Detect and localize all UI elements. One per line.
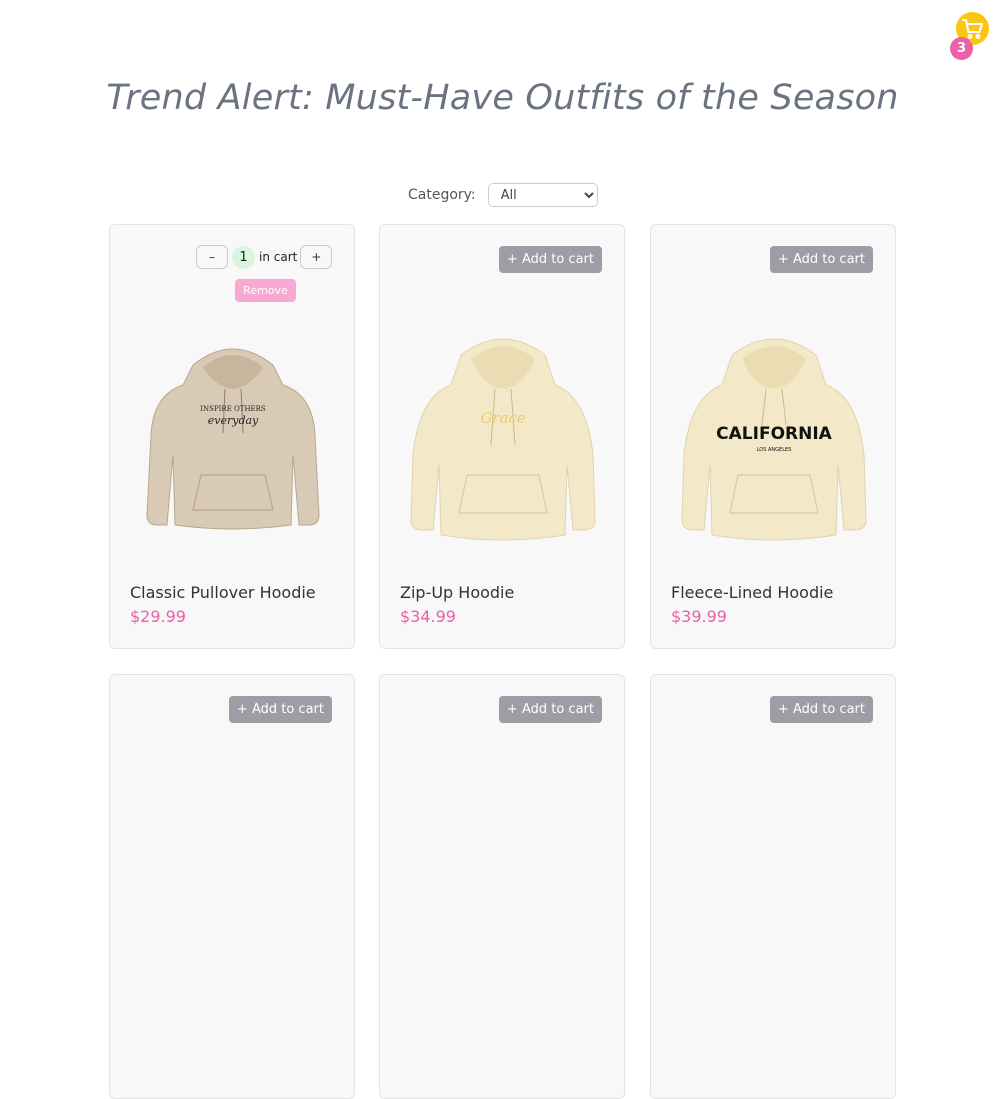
product-card: + Add to cart Grace Zip-Up Hoodie $34.99 — [379, 224, 625, 649]
category-label: Category: — [408, 187, 476, 203]
in-cart-label: in cart — [259, 250, 298, 264]
remove-button[interactable]: Remove — [235, 279, 296, 302]
add-to-cart-button[interactable]: + Add to cart — [498, 246, 602, 273]
category-filter: Category: All — [408, 183, 598, 207]
add-to-cart-button[interactable]: + Add to cart — [228, 696, 332, 723]
decrease-quantity-button[interactable]: – — [196, 245, 228, 269]
product-price: $39.99 — [671, 607, 727, 626]
hoodie-print-subtext: LOS ANGELES — [757, 447, 792, 453]
page-title: Trend Alert: Must-Have Outfits of the Se… — [106, 78, 899, 118]
cart-count-badge: 3 — [950, 37, 973, 60]
quantity-value: 1 — [232, 245, 255, 269]
product-card: – 1 in cart + Remove INSPIRE OTHERS ever… — [109, 224, 355, 649]
product-image-hoodie[interactable]: INSPIRE OTHERS everyday — [133, 325, 333, 555]
product-card: + Add to cart — [109, 674, 355, 1099]
product-image-hoodie[interactable]: CALIFORNIA LOS ANGELES — [674, 325, 874, 555]
product-price: $34.99 — [400, 607, 456, 626]
product-name: Fleece-Lined Hoodie — [671, 583, 834, 602]
category-select[interactable]: All — [487, 183, 598, 207]
product-card: + Add to cart — [650, 674, 896, 1099]
add-to-cart-button[interactable]: + Add to cart — [769, 246, 873, 273]
hoodie-print-script: Grace — [480, 409, 525, 427]
hoodie-print-text: CALIFORNIA — [716, 424, 832, 444]
product-price: $29.99 — [130, 607, 186, 626]
add-to-cart-button[interactable]: + Add to cart — [498, 696, 602, 723]
add-to-cart-button[interactable]: + Add to cart — [769, 696, 873, 723]
product-image-hoodie[interactable]: Grace — [403, 325, 603, 555]
product-name: Classic Pullover Hoodie — [130, 583, 316, 602]
hoodie-print-text: INSPIRE OTHERS — [200, 405, 266, 413]
hoodie-print-script: everyday — [208, 414, 259, 427]
quantity-controls: – 1 in cart + — [196, 245, 333, 269]
product-card: + Add to cart CALIFORNIA LOS ANGELES Fle… — [650, 224, 896, 649]
product-card: + Add to cart — [379, 674, 625, 1099]
increase-quantity-button[interactable]: + — [300, 245, 333, 269]
product-name: Zip-Up Hoodie — [400, 583, 515, 602]
